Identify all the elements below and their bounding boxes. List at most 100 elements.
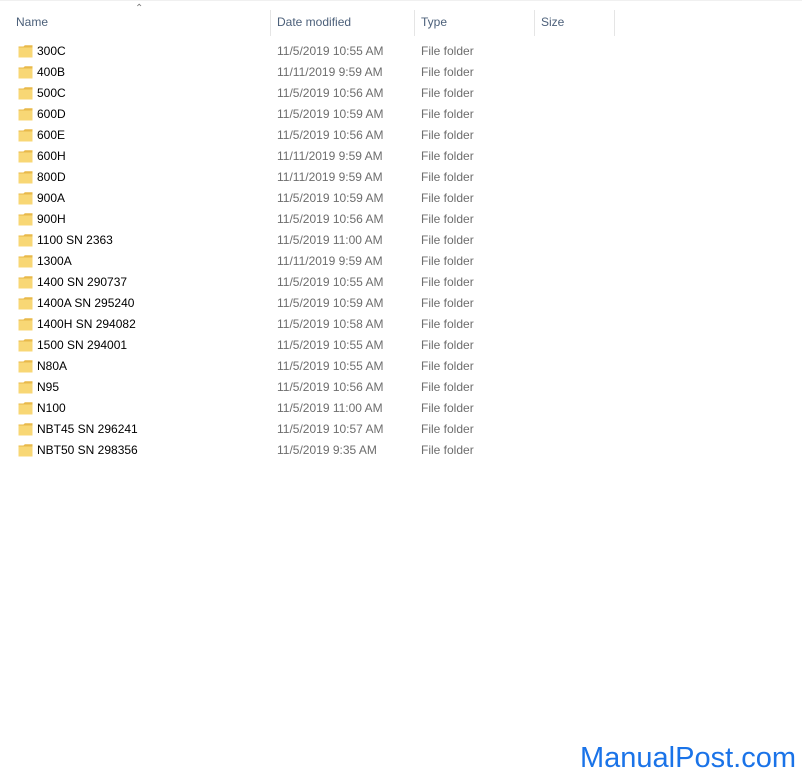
file-date-modified: 11/11/2019 9:59 AM [277,170,383,184]
file-date-modified: 11/5/2019 10:56 AM [277,128,384,142]
folder-icon [18,233,33,247]
file-name: N80A [37,359,68,373]
folder-icon [18,296,33,310]
file-name: 1500 SN 294001 [37,338,128,352]
file-date-modified: 11/5/2019 10:55 AM [277,44,384,58]
file-row[interactable]: 900H 11/5/2019 10:56 AM File folder [0,209,802,230]
file-date-modified: 11/11/2019 9:59 AM [277,149,383,163]
folder-icon [18,149,33,163]
file-name: 300C [37,44,66,58]
file-type: File folder [421,338,474,352]
column-header-date-label: Date modified [277,15,352,29]
file-name: 600H [37,149,66,163]
file-type: File folder [421,149,474,163]
file-type: File folder [421,317,474,331]
file-row[interactable]: NBT50 SN 298356 11/5/2019 9:35 AM File f… [0,440,802,461]
file-type: File folder [421,443,474,457]
folder-icon [18,380,33,394]
file-name: 600E [37,128,66,142]
file-name: 1300A [37,254,72,268]
file-name: 1400H SN 294082 [37,317,136,331]
file-date-modified: 11/11/2019 9:59 AM [277,65,383,79]
folder-icon [18,191,33,205]
file-type: File folder [421,170,474,184]
file-name: 500C [37,86,66,100]
file-name: 900H [37,212,66,226]
file-date-modified: 11/5/2019 10:56 AM [277,86,384,100]
file-name: 400B [37,65,66,79]
folder-icon [18,317,33,331]
column-header-name[interactable]: Name [10,8,270,36]
file-date-modified: 11/5/2019 11:00 AM [277,233,383,247]
file-row[interactable]: 300C 11/5/2019 10:55 AM File folder [0,41,802,62]
column-header-type-label: Type [421,15,448,29]
file-date-modified: 11/5/2019 10:56 AM [277,212,384,226]
column-header-size[interactable]: Size [535,8,614,36]
file-row[interactable]: 1400H SN 294082 11/5/2019 10:58 AM File … [0,314,802,335]
file-type: File folder [421,233,474,247]
file-date-modified: 11/5/2019 10:59 AM [277,191,384,205]
folder-icon [18,338,33,352]
file-date-modified: 11/5/2019 10:55 AM [277,275,384,289]
file-date-modified: 11/5/2019 10:55 AM [277,338,384,352]
file-date-modified: 11/5/2019 10:55 AM [277,359,384,373]
file-type: File folder [421,422,474,436]
folder-icon [18,401,33,415]
file-date-modified: 11/5/2019 11:00 AM [277,401,383,415]
file-type: File folder [421,191,474,205]
file-type: File folder [421,107,474,121]
column-header-size-label: Size [541,15,565,29]
file-name: 1100 SN 2363 [37,233,113,247]
file-type: File folder [421,254,474,268]
file-row[interactable]: 500C 11/5/2019 10:56 AM File folder [0,83,802,104]
file-row[interactable]: NBT45 SN 296241 11/5/2019 10:57 AM File … [0,419,802,440]
file-row[interactable]: N80A 11/5/2019 10:55 AM File folder [0,356,802,377]
file-date-modified: 11/5/2019 10:57 AM [277,422,384,436]
folder-icon [18,212,33,226]
file-type: File folder [421,86,474,100]
file-date-modified: 11/5/2019 10:58 AM [277,317,384,331]
file-type: File folder [421,65,474,79]
file-row[interactable]: 600H 11/11/2019 9:59 AM File folder [0,146,802,167]
file-row[interactable]: N95 11/5/2019 10:56 AM File folder [0,377,802,398]
column-header-bar: ⌃ Name Date modified Type Size [0,0,802,38]
file-date-modified: 11/5/2019 10:56 AM [277,380,384,394]
file-date-modified: 11/5/2019 9:35 AM [277,443,377,457]
file-row[interactable]: 1400A SN 295240 11/5/2019 10:59 AM File … [0,293,802,314]
file-name: 600D [37,107,66,121]
file-row[interactable]: 1100 SN 2363 11/5/2019 11:00 AM File fol… [0,230,802,251]
folder-icon [18,86,33,100]
file-type: File folder [421,359,474,373]
file-row[interactable]: 1400 SN 290737 11/5/2019 10:55 AM File f… [0,272,802,293]
file-row[interactable]: N100 11/5/2019 11:00 AM File folder [0,398,802,419]
file-row[interactable]: 900A 11/5/2019 10:59 AM File folder [0,188,802,209]
folder-icon [18,65,33,79]
column-header-date-modified[interactable]: Date modified [271,8,414,36]
file-row[interactable]: 1300A 11/11/2019 9:59 AM File folder [0,251,802,272]
file-type: File folder [421,380,474,394]
folder-icon [18,443,33,457]
column-divider[interactable] [614,10,615,36]
file-type: File folder [421,128,474,142]
file-date-modified: 11/5/2019 10:59 AM [277,107,384,121]
folder-icon [18,44,33,58]
file-row[interactable]: 400B 11/11/2019 9:59 AM File folder [0,62,802,83]
file-name: 1400 SN 290737 [37,275,128,289]
column-header-type[interactable]: Type [415,8,534,36]
file-date-modified: 11/11/2019 9:59 AM [277,254,383,268]
file-type: File folder [421,275,474,289]
file-row[interactable]: 600D 11/5/2019 10:59 AM File folder [0,104,802,125]
file-name: NBT45 SN 296241 [37,422,138,436]
folder-icon [18,422,33,436]
file-name: 900A [37,191,66,205]
file-type: File folder [421,44,474,58]
file-row[interactable]: 600E 11/5/2019 10:56 AM File folder [0,125,802,146]
file-type: File folder [421,296,474,310]
file-name: NBT50 SN 298356 [37,443,138,457]
file-row[interactable]: 1500 SN 294001 11/5/2019 10:55 AM File f… [0,335,802,356]
watermark-text: ManualPost.com [580,742,796,774]
file-name: N95 [37,380,60,394]
folder-icon [18,170,33,184]
file-date-modified: 11/5/2019 10:59 AM [277,296,384,310]
file-row[interactable]: 800D 11/11/2019 9:59 AM File folder [0,167,802,188]
